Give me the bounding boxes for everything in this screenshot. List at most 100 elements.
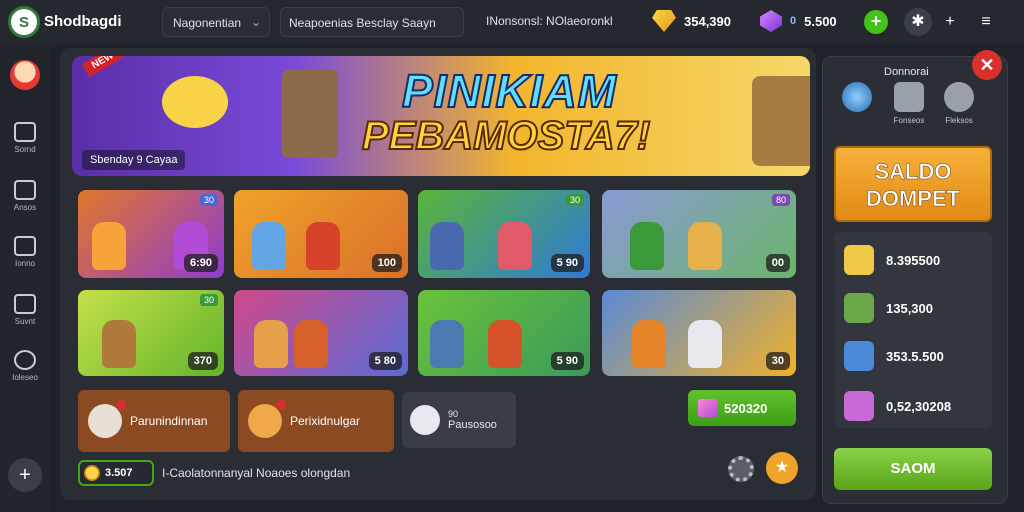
gift-icon [698, 399, 718, 417]
mascot-avatar[interactable] [10, 60, 40, 90]
edit-icon [14, 236, 36, 256]
chat-icon [14, 350, 36, 370]
notice-text: INonsonsl: NOlaeoronkl [486, 14, 613, 28]
menu-icon[interactable]: ≡ [972, 8, 1000, 36]
parunindinnan-button[interactable]: Parunindinnan [78, 390, 230, 452]
sidebar-add-button[interactable]: + [8, 458, 42, 492]
search-input[interactable]: Neapoenias Besclay Saayn [280, 7, 464, 37]
saldo-dompet-card[interactable]: SALDO DOMPET [834, 146, 992, 222]
game-card-8[interactable]: 30 [602, 290, 796, 376]
wallet-panel-header: Donnorai [884, 66, 929, 78]
green-amount-button[interactable]: 520320 [688, 390, 796, 426]
character-art [430, 222, 464, 270]
robot-character-art [282, 70, 338, 158]
card-price: 5 90 [550, 254, 584, 272]
banner-title-line1: PINIKIAM [401, 64, 617, 118]
game-card-1[interactable]: 30 6:90 [78, 190, 224, 278]
promo-banner[interactable]: NEW PINIKIAM PEBAMOSTA7! Sbenday 9 Cayaa [72, 56, 810, 176]
sidebar-item-3[interactable]: Ionno [0, 236, 50, 268]
wallet-row-value: 135,300 [886, 300, 933, 316]
wallet-row[interactable]: 8.395500 [844, 240, 940, 280]
card-badge: 30 [199, 294, 218, 306]
sidebar-item-5[interactable]: Ioleseo [0, 350, 50, 382]
coin-counter: 3.507 [78, 460, 154, 486]
game-card-6[interactable]: 5 80 [234, 290, 408, 376]
wallet-row[interactable]: 353.5.500 [844, 336, 944, 376]
banner-title-line2: PEBAMOSTA7! [361, 113, 651, 159]
character-art [498, 222, 532, 270]
card-icon [14, 180, 36, 200]
add-currency-button[interactable]: + [864, 10, 888, 34]
category-dropdown[interactable]: Nagonentian ⌄ [162, 7, 270, 37]
character-art [688, 222, 722, 270]
footer-text: I-Caolatonnanyal Noaoes olongdan [162, 466, 351, 480]
gold-amount: 354,390 [684, 13, 731, 29]
character-art [306, 222, 340, 270]
treasure-robot-art [752, 76, 810, 166]
tab-label: Fleksos [945, 116, 973, 125]
gold-balance: 354,390 [652, 10, 731, 32]
sidebar-label: Ansos [13, 203, 37, 212]
character-art [630, 222, 664, 270]
sidebar-item-1[interactable]: Sornd [0, 122, 50, 154]
sidebar-label: Ioleseo [12, 373, 38, 382]
game-card-4[interactable]: 80 00 [602, 190, 796, 278]
card-price: 370 [187, 352, 218, 370]
banner-subtitle: Sbenday 9 Cayaa [82, 150, 186, 170]
close-icon[interactable]: ✕ [972, 50, 1002, 80]
game-card-2[interactable]: 100 [234, 190, 408, 278]
game-card-3[interactable]: 30 5 90 [418, 190, 590, 278]
hero-avatar-icon [248, 400, 286, 438]
cat-avatar-icon [410, 405, 440, 435]
wallet-row[interactable]: 0,52,30208 [844, 386, 951, 426]
character-icon [844, 293, 874, 323]
category-dropdown-label: Nagonentian [173, 16, 242, 30]
tab-compass[interactable] [832, 82, 882, 116]
pausosoo-button[interactable]: 90 Pausosoo [402, 392, 516, 448]
card-badge: 80 [771, 194, 790, 206]
wallet-row-value: 0,52,30208 [886, 398, 952, 414]
perixidnulgar-label: Perixidnulgar [290, 414, 361, 428]
parunindinnan-label: Parunindinnan [130, 414, 208, 428]
coin-icon [84, 465, 100, 481]
character-art [488, 320, 522, 368]
wallet-row[interactable]: 135,300 [844, 288, 933, 328]
game-card-5[interactable]: 30 370 [78, 290, 224, 376]
green-amount: 520320 [724, 400, 768, 416]
card-badge: 30 [199, 194, 218, 206]
tab-fonseos[interactable]: Fonseos [884, 82, 934, 125]
purple-gem-icon [760, 10, 782, 32]
purple-amount: 5.500 [804, 13, 837, 29]
sidebar: Sornd Ansos Ionno Suvnt Ioleseo + [0, 44, 50, 512]
settings-icon[interactable]: ✱ [904, 8, 932, 36]
gold-gem-icon [652, 10, 676, 32]
card-price: 00 [765, 254, 790, 272]
star-icon[interactable]: ★ [766, 452, 798, 484]
game-card-7[interactable]: 5 90 [418, 290, 590, 376]
cube-icon [844, 341, 874, 371]
sidebar-item-2[interactable]: Ansos [0, 180, 50, 212]
pausosoo-label: Pausosoo [448, 419, 497, 431]
plus-icon[interactable]: + [936, 8, 964, 36]
saom-button[interactable]: SAOM [834, 448, 992, 490]
chevron-down-icon: ⌄ [250, 15, 261, 29]
card-price: 30 [765, 352, 790, 370]
tab-fleksos[interactable]: Fleksos [934, 82, 984, 125]
purple-balance: 0 5.500 [760, 10, 837, 32]
character-art [102, 320, 136, 368]
card-badge: 30 [565, 194, 584, 206]
wallet-row-value: 8.395500 [886, 252, 941, 268]
perixidnulgar-button[interactable]: Perixidnulgar [238, 390, 394, 452]
card-price: 5 90 [550, 352, 584, 370]
sidebar-item-4[interactable]: Suvnt [0, 294, 50, 326]
chest-icon [844, 245, 874, 275]
purple-prefix: 0 [790, 15, 797, 27]
gear-icon[interactable] [728, 456, 754, 482]
saldo-line1: SALDO [874, 159, 952, 185]
brand-logo[interactable]: S [8, 6, 40, 38]
ghost-avatar-icon [88, 400, 126, 438]
saldo-line2: DOMPET [865, 186, 961, 212]
character-art [688, 320, 722, 368]
character-art [92, 222, 126, 270]
character-art [252, 222, 286, 270]
